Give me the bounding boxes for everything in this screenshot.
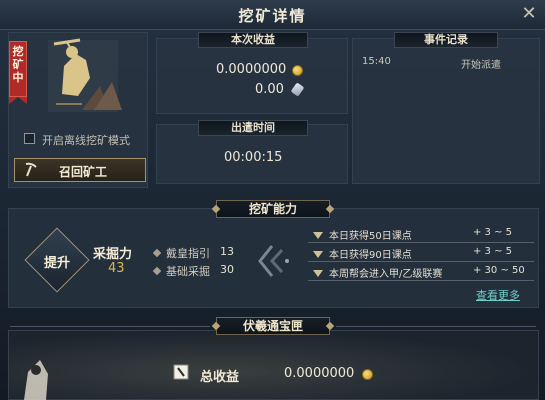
offline-mode-label: 开启离线挖矿模式 (42, 134, 130, 147)
triangle-bullet-icon (313, 251, 323, 258)
silver-amount: 0.00 (255, 82, 284, 97)
stat-row: 戴皇指引 (152, 245, 210, 261)
divider (308, 242, 534, 243)
title-bar: 挖矿详情 ✕ (0, 0, 545, 30)
treasure-box-panel (8, 330, 539, 400)
boost-control[interactable]: 提升 (24, 227, 90, 293)
recall-miner-button[interactable]: 召回矿工 (14, 158, 146, 182)
divider (308, 261, 534, 262)
quest-item: 本日获得50日课点 + 3 ~ 5 (313, 227, 535, 242)
treasure-section-title: 伏羲通宝匣 (216, 317, 330, 335)
event-text: 开始派遣 (461, 60, 501, 71)
recall-button-label: 召回矿工 (58, 165, 107, 179)
treasure-art (24, 360, 48, 400)
miner-illustration (48, 38, 122, 112)
earnings-header: 本次收益 (198, 32, 308, 48)
triangle-bullet-icon (313, 232, 323, 239)
window-title: 挖矿详情 (238, 7, 307, 25)
quest-text: 本日获得90日课点 (329, 250, 412, 261)
dispatch-time-value: 00:00:15 (224, 150, 283, 165)
event-time: 15:40 (362, 56, 391, 67)
divider (308, 280, 534, 281)
stat-row: 基础采掘 (152, 263, 210, 279)
quest-reward: + 3 ~ 5 (473, 227, 513, 238)
view-more-link[interactable]: 查看更多 (476, 287, 520, 303)
boost-button[interactable] (24, 227, 90, 293)
dispatch-time-header: 出遣时间 (198, 120, 308, 136)
divider (10, 326, 210, 327)
double-chevron-left-icon (258, 245, 289, 277)
quest-text: 本周帮会进入甲/乙级联赛 (329, 269, 443, 280)
gold-coin-icon (362, 369, 373, 380)
ability-section-title: 挖矿能力 (216, 200, 330, 218)
mining-power-label: 采掘力 (93, 247, 133, 262)
total-earnings-label: 总收益 (200, 370, 240, 385)
diamond-bullet-icon (152, 266, 162, 276)
gold-coin-icon (292, 65, 303, 76)
stat-value: 30 (220, 263, 234, 276)
offline-mode-checkbox[interactable] (24, 133, 35, 144)
stat-label: 戴皇指引 (166, 247, 210, 260)
total-earnings-value: 0.0000000 (284, 366, 355, 381)
divider (336, 326, 536, 327)
mining-power-value: 43 (108, 261, 125, 276)
mining-status-badge: 挖矿中 (9, 41, 27, 104)
scroll-icon (173, 364, 189, 380)
diamond-bullet-icon (152, 248, 162, 258)
triangle-bullet-icon (313, 270, 323, 277)
stat-label: 基础采掘 (166, 265, 210, 278)
quest-item: 本日获得90日课点 + 3 ~ 5 (313, 246, 535, 261)
event-log-header: 事件记录 (394, 32, 498, 48)
quest-reward: + 30 ~ 50 (473, 265, 525, 276)
quest-text: 本日获得50日课点 (329, 231, 412, 242)
coin-amount: 0.0000000 (216, 62, 287, 77)
quest-reward: + 3 ~ 5 (473, 246, 513, 257)
mining-details-window: 挖矿详情 ✕ 挖矿中 开启离线挖矿模式 召回矿工 本次收益 0.0000000 … (0, 0, 545, 400)
stat-value: 13 (220, 245, 234, 258)
close-button[interactable]: ✕ (519, 4, 539, 24)
quest-item: 本周帮会进入甲/乙级联赛 + 30 ~ 50 (313, 265, 535, 280)
